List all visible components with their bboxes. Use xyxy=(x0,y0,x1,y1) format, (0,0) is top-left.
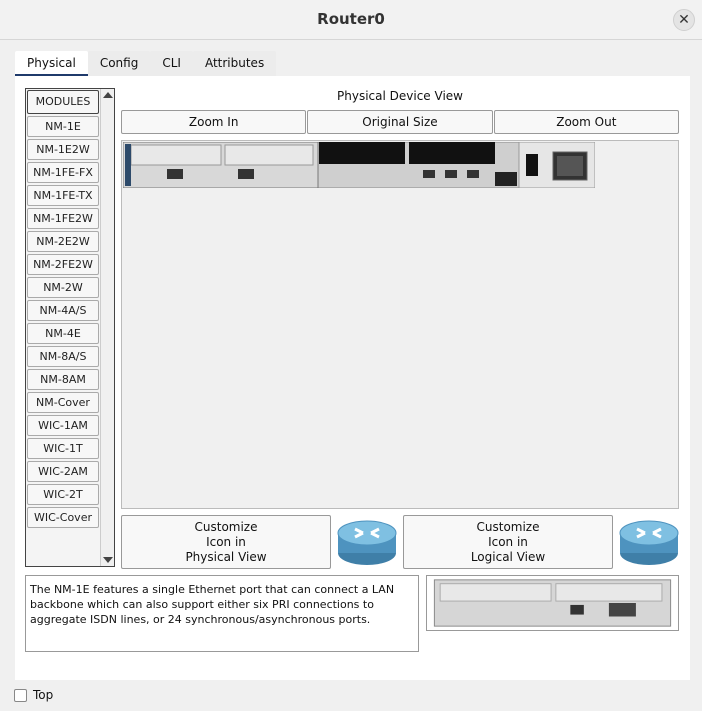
tab-attributes[interactable]: Attributes xyxy=(192,51,277,76)
module-item[interactable]: WIC-Cover xyxy=(27,507,99,528)
customize-logical-line-1: Customize xyxy=(476,520,540,534)
modules-header: MODULES xyxy=(27,90,99,114)
router-chassis-image xyxy=(123,142,595,188)
title-bar: Router0 ✕ xyxy=(0,0,702,40)
customize-logical-line-2: Icon in xyxy=(488,535,528,549)
physical-panel: MODULES NM-1E NM-1E2W NM-1FE-FX NM-1FE-TX NM… xyxy=(15,76,690,680)
module-item[interactable]: NM-2FE2W xyxy=(27,254,99,275)
module-item[interactable]: NM-2E2W xyxy=(27,231,99,252)
modules-list: MODULES NM-1E NM-1E2W NM-1FE-FX NM-1FE-TX NM… xyxy=(25,88,115,567)
module-item[interactable]: NM-1FE-FX xyxy=(27,162,99,183)
module-item[interactable]: NM-1FE-TX xyxy=(27,185,99,206)
zoom-out-button[interactable]: Zoom Out xyxy=(493,110,679,134)
customize-logical-line-3: Logical View xyxy=(470,550,546,564)
customize-physical-icon-button[interactable]: Customize Icon in Physical View xyxy=(121,515,331,569)
module-item[interactable]: NM-Cover xyxy=(27,392,99,413)
module-item[interactable]: NM-1E2W xyxy=(27,139,99,160)
customize-physical-line-2: Icon in xyxy=(206,535,246,549)
window-title: Router0 xyxy=(317,10,385,28)
close-icon: ✕ xyxy=(678,12,690,28)
router-icon xyxy=(619,520,679,565)
physical-device-view-label: Physical Device View xyxy=(337,89,463,103)
top-option: Top xyxy=(14,688,53,702)
module-item[interactable]: NM-4E xyxy=(27,323,99,344)
scroll-down-icon[interactable] xyxy=(103,557,113,563)
module-item[interactable]: WIC-2T xyxy=(27,484,99,505)
modules-list-items: MODULES NM-1E NM-1E2W NM-1FE-FX NM-1FE-TX NM… xyxy=(26,89,100,530)
module-item[interactable]: NM-2W xyxy=(27,277,99,298)
module-item[interactable]: NM-8A/S xyxy=(27,346,99,367)
module-item[interactable]: WIC-1AM xyxy=(27,415,99,436)
module-item[interactable]: NM-4A/S xyxy=(27,300,99,321)
physical-device-canvas[interactable] xyxy=(121,140,679,509)
customize-physical-line-1: Customize xyxy=(194,520,258,534)
original-size-button[interactable]: Original Size xyxy=(307,110,493,134)
tab-config[interactable]: Config xyxy=(87,51,151,76)
module-item[interactable]: NM-1E xyxy=(27,116,99,137)
module-item[interactable]: NM-8AM xyxy=(27,369,99,390)
zoom-in-button[interactable]: Zoom In xyxy=(121,110,307,134)
customize-logical-icon-button[interactable]: Customize Icon in Logical View xyxy=(403,515,613,569)
zoom-controls: Zoom In Original Size Zoom Out xyxy=(121,110,679,134)
router-icon xyxy=(337,520,397,565)
module-item[interactable]: NM-1FE2W xyxy=(27,208,99,229)
tab-bar: Physical Config CLI Attributes xyxy=(15,51,277,76)
module-image xyxy=(426,575,679,631)
module-description: The NM-1E features a single Ethernet por… xyxy=(25,575,419,652)
close-button[interactable]: ✕ xyxy=(673,9,695,31)
top-label: Top xyxy=(33,688,54,702)
customize-physical-line-3: Physical View xyxy=(185,550,267,564)
modules-scrollbar[interactable] xyxy=(100,89,114,566)
top-checkbox[interactable] xyxy=(14,688,27,702)
scroll-up-icon[interactable] xyxy=(103,92,113,98)
module-item[interactable]: WIC-1T xyxy=(27,438,99,459)
module-item[interactable]: WIC-2AM xyxy=(27,461,99,482)
tab-physical[interactable]: Physical xyxy=(15,51,88,76)
tab-cli[interactable]: CLI xyxy=(150,51,193,76)
